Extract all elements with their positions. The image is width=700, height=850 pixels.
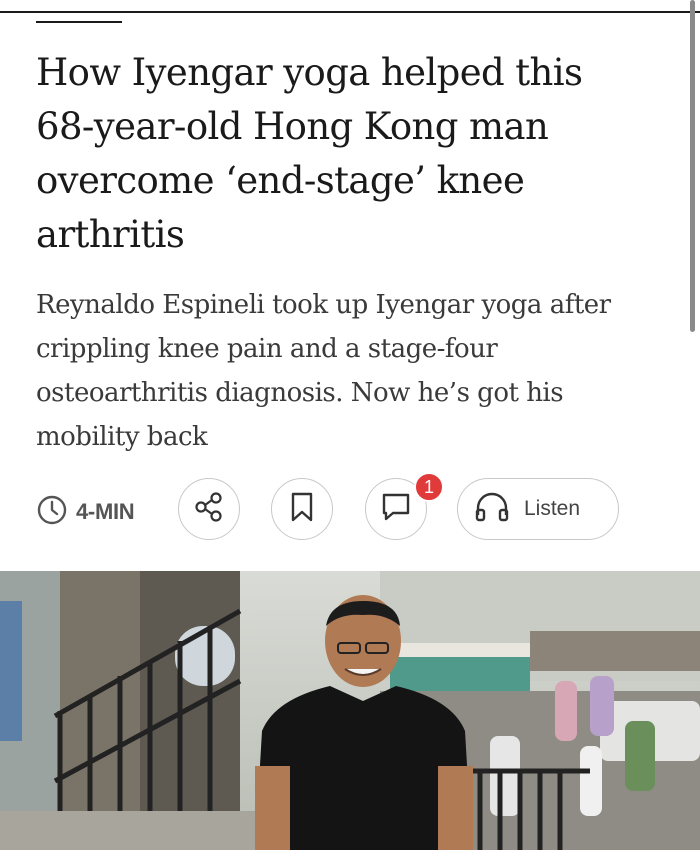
headline-line: arthritis xyxy=(36,213,185,256)
article-actions: 4-MIN Listen xyxy=(0,476,700,544)
listen-button[interactable]: Listen xyxy=(457,478,619,540)
comment-count-badge: 1 xyxy=(414,472,444,502)
bookmark-button[interactable] xyxy=(271,478,333,540)
bookmark-icon xyxy=(287,491,317,527)
share-icon xyxy=(192,490,226,528)
clock-icon xyxy=(36,494,68,530)
section-mark xyxy=(36,21,122,23)
standfirst-line: Reynaldo Espineli took up Iyengar yoga a… xyxy=(36,290,611,320)
share-button[interactable] xyxy=(178,478,240,540)
comment-icon xyxy=(379,490,413,528)
read-time-label: 4-MIN xyxy=(76,499,135,524)
standfirst-line: mobility back xyxy=(36,422,208,452)
hero-image xyxy=(0,571,700,850)
hero-photo-illustration xyxy=(0,571,700,850)
listen-label: Listen xyxy=(524,497,581,520)
headline-line: overcome ‘end-stage’ knee xyxy=(36,159,525,202)
article-headline: How Iyengar yoga helped this 68-year-old… xyxy=(36,46,666,262)
standfirst-line: osteoarthritis diagnosis. Now he’s got h… xyxy=(36,378,564,408)
headphones-icon xyxy=(474,491,510,527)
headline-line: 68-year-old Hong Kong man xyxy=(36,105,549,148)
standfirst-line: crippling knee pain and a stage-four xyxy=(36,334,498,364)
article-standfirst: Reynaldo Espineli took up Iyengar yoga a… xyxy=(36,283,676,459)
top-rule xyxy=(0,11,700,13)
read-time: 4-MIN xyxy=(36,494,135,530)
scrollbar[interactable] xyxy=(690,0,695,332)
headline-line: How Iyengar yoga helped this xyxy=(36,51,583,94)
